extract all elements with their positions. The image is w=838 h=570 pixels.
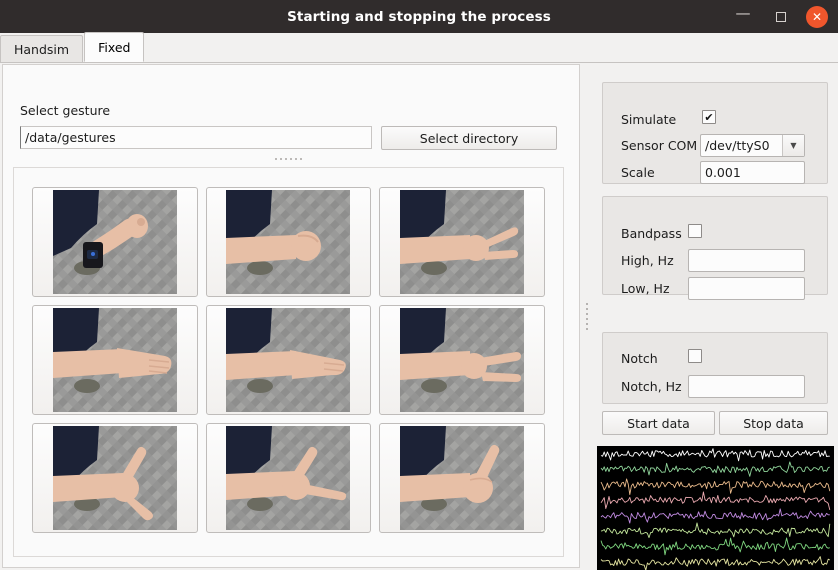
close-button[interactable]: ✕ bbox=[806, 5, 828, 28]
window-controls: — ✕ bbox=[730, 0, 832, 33]
gesture-image-shaka-sign bbox=[52, 426, 177, 530]
tab-fixed[interactable]: Fixed bbox=[84, 32, 145, 62]
minimize-button[interactable]: — bbox=[730, 4, 756, 30]
notch-hz-input[interactable] bbox=[688, 375, 805, 398]
gesture-card-shaka-sign[interactable] bbox=[32, 423, 198, 533]
gesture-image-thumbs-up bbox=[400, 426, 525, 530]
simulate-row: Simulate bbox=[621, 112, 676, 127]
notch-checkbox[interactable] bbox=[688, 349, 702, 363]
bandpass-settings-group: Bandpass High, Hz Low, Hz bbox=[602, 196, 828, 300]
high-hz-row: High, Hz bbox=[621, 253, 674, 268]
gesture-card-thumbs-up[interactable] bbox=[379, 423, 545, 533]
window-titlebar: Starting and stopping the process — ✕ bbox=[0, 0, 838, 33]
tab-handsim[interactable]: Handsim bbox=[0, 35, 84, 62]
bandpass-row: Bandpass bbox=[621, 226, 682, 241]
start-data-label: Start data bbox=[627, 415, 690, 431]
sensor-com-row: Sensor COM bbox=[621, 138, 697, 153]
gesture-image-pointing-finger bbox=[226, 426, 351, 530]
low-hz-label: Low, Hz bbox=[621, 281, 670, 296]
gesture-grid bbox=[32, 187, 545, 533]
simulate-label: Simulate bbox=[621, 112, 677, 127]
gesture-path-input[interactable]: /data/gestures bbox=[20, 126, 372, 149]
splitter-grip-icon bbox=[586, 302, 588, 330]
gesture-image-flat-hand bbox=[226, 308, 351, 412]
notch-label: Notch bbox=[621, 351, 658, 366]
close-icon: ✕ bbox=[811, 9, 823, 24]
right-panel: Simulate ✔ Sensor COM /dev/ttyS0 ▼ Scale… bbox=[594, 64, 836, 570]
tab-handsim-label: Handsim bbox=[14, 41, 70, 57]
minimize-icon: — bbox=[735, 4, 751, 22]
gesture-image-two-fingers-spread bbox=[400, 308, 525, 412]
sensor-com-select[interactable]: /dev/ttyS0 ▼ bbox=[700, 134, 805, 157]
splitter-grip-icon bbox=[275, 158, 302, 160]
bandpass-label: Bandpass bbox=[621, 226, 682, 241]
window-title: Starting and stopping the process bbox=[287, 8, 551, 25]
simulate-checkbox[interactable]: ✔ bbox=[702, 110, 716, 124]
sensor-com-value: /dev/ttyS0 bbox=[705, 138, 770, 153]
gesture-card-victory-sign[interactable] bbox=[379, 187, 545, 297]
low-hz-input[interactable] bbox=[688, 277, 805, 300]
select-gesture-label: Select gesture bbox=[20, 103, 111, 118]
gesture-image-victory-sign bbox=[400, 190, 525, 294]
gesture-card-open-palm-fingers-together[interactable] bbox=[32, 305, 198, 415]
start-data-button[interactable]: Start data bbox=[602, 411, 715, 435]
notch-settings-group: Notch Notch, Hz bbox=[602, 332, 828, 404]
signal-plot bbox=[597, 446, 834, 570]
gesture-card-flat-hand[interactable] bbox=[205, 305, 372, 415]
select-directory-label: Select directory bbox=[419, 130, 519, 146]
signal-plot-traces bbox=[600, 448, 831, 570]
select-directory-button[interactable]: Select directory bbox=[381, 126, 557, 150]
sensor-com-label: Sensor COM bbox=[621, 138, 698, 153]
scale-row: Scale bbox=[621, 165, 655, 180]
stop-data-label: Stop data bbox=[743, 415, 804, 431]
gesture-grid-frame bbox=[13, 167, 564, 557]
maximize-button[interactable] bbox=[768, 4, 794, 30]
high-hz-label: High, Hz bbox=[621, 253, 674, 268]
notch-hz-label: Notch, Hz bbox=[621, 379, 682, 394]
gesture-card-fist[interactable] bbox=[205, 187, 372, 297]
gesture-image-fist-raised-with-armband bbox=[52, 190, 177, 294]
gesture-card-pointing-finger[interactable] bbox=[205, 423, 372, 533]
notch-hz-row: Notch, Hz bbox=[621, 379, 682, 394]
checkmark-icon: ✔ bbox=[704, 110, 714, 124]
stop-data-button[interactable]: Stop data bbox=[719, 411, 828, 435]
scale-input[interactable]: 0.001 bbox=[700, 161, 805, 184]
maximize-icon bbox=[776, 11, 786, 22]
sensor-settings-group: Simulate ✔ Sensor COM /dev/ttyS0 ▼ Scale… bbox=[602, 82, 828, 184]
low-hz-row: Low, Hz bbox=[621, 281, 670, 296]
high-hz-input[interactable] bbox=[688, 249, 805, 272]
scale-label: Scale bbox=[621, 165, 655, 180]
tab-strip: Handsim Fixed bbox=[0, 32, 838, 63]
gesture-card-fist-raised-with-armband[interactable] bbox=[32, 187, 198, 297]
gesture-card-two-fingers-spread[interactable] bbox=[379, 305, 545, 415]
vertical-splitter[interactable] bbox=[580, 64, 594, 568]
horizontal-splitter[interactable] bbox=[20, 153, 557, 165]
chevron-down-icon[interactable]: ▼ bbox=[782, 135, 804, 156]
notch-row: Notch bbox=[621, 351, 658, 366]
gesture-image-fist bbox=[226, 190, 351, 294]
tab-fixed-label: Fixed bbox=[98, 39, 131, 55]
bandpass-checkbox[interactable] bbox=[688, 224, 702, 238]
gesture-image-open-palm-fingers-together bbox=[52, 308, 177, 412]
